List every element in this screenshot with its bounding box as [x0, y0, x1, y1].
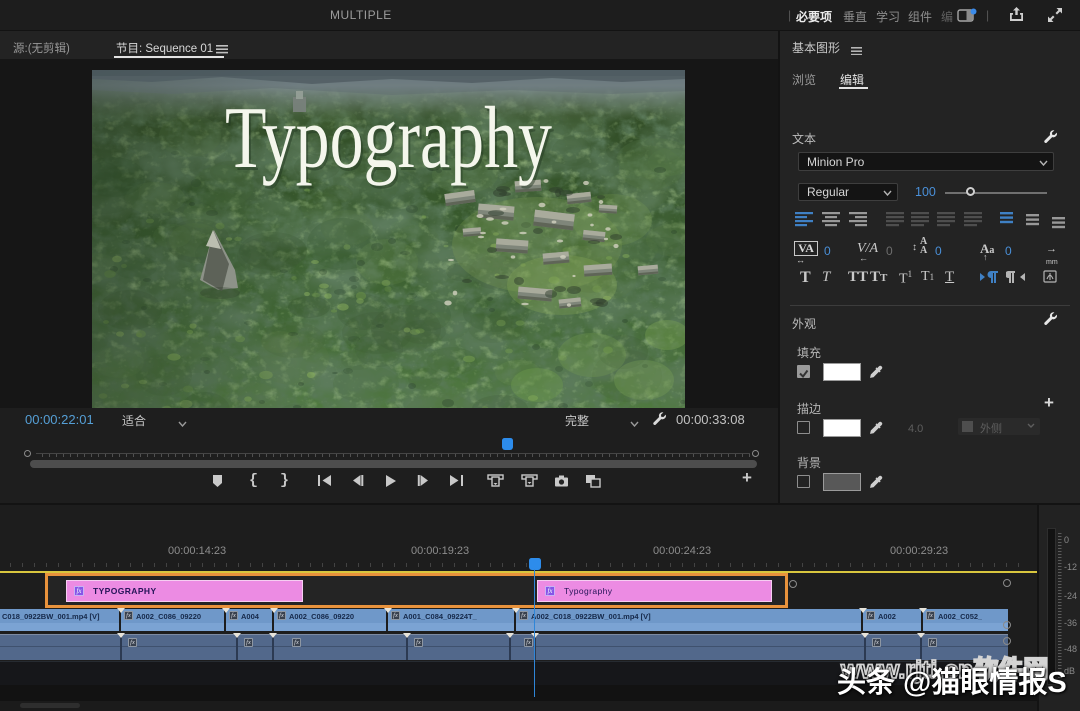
svg-text:Typography: Typography [225, 90, 552, 187]
